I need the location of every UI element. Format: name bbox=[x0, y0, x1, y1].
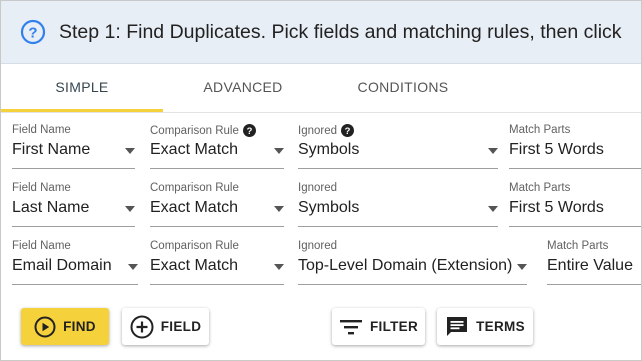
match-parts-dropdown[interactable]: First 5 Words bbox=[509, 197, 641, 227]
filter-icon bbox=[339, 319, 362, 334]
field-name-label: Field Name bbox=[12, 124, 71, 136]
filter-button-label: FILTER bbox=[369, 319, 419, 334]
svg-text:?: ? bbox=[246, 126, 252, 137]
ignored-dropdown[interactable]: Symbols bbox=[298, 197, 498, 227]
field-name-select: Field Name First Name bbox=[12, 124, 135, 169]
tab-simple[interactable]: SIMPLE bbox=[1, 64, 163, 112]
field-name-value: Last Name bbox=[12, 199, 90, 216]
ignored-dropdown[interactable]: Top-Level Domain (Extension) bbox=[298, 255, 527, 285]
help-icon[interactable]: ? bbox=[242, 124, 256, 137]
ignored-select: Ignored Top-Level Domain (Extension) bbox=[298, 240, 527, 285]
match-parts-dropdown[interactable]: First 5 Words bbox=[509, 139, 641, 169]
find-button-label: FIND bbox=[63, 319, 96, 334]
terms-button-label: TERMS bbox=[476, 319, 525, 334]
ignored-label: Ignored bbox=[298, 182, 338, 194]
comparison-rule-value: Exact Match bbox=[150, 199, 239, 216]
svg-text:?: ? bbox=[345, 126, 351, 137]
field-name-label: Field Name bbox=[12, 240, 71, 252]
field-name-dropdown[interactable]: Last Name bbox=[12, 197, 135, 227]
add-field-button[interactable]: FIELD bbox=[122, 308, 209, 345]
comparison-rule-select: Comparison Rule Exact Match bbox=[150, 182, 284, 227]
find-button[interactable]: FIND bbox=[21, 308, 109, 345]
field-name-value: First Name bbox=[12, 141, 91, 158]
field-name-label: Field Name bbox=[12, 182, 71, 194]
field-name-select: Field Name Email Domain bbox=[12, 240, 138, 285]
field-name-dropdown[interactable]: First Name bbox=[12, 139, 135, 169]
match-parts-select: Match Parts First 5 Words bbox=[509, 124, 641, 169]
match-parts-label: Match Parts bbox=[547, 240, 609, 252]
svg-text:?: ? bbox=[28, 25, 37, 42]
help-icon[interactable]: ? bbox=[341, 124, 355, 137]
match-parts-value: Entire Value bbox=[547, 257, 633, 274]
comparison-rule-select: Comparison Rule Exact Match bbox=[150, 240, 284, 285]
field-name-dropdown[interactable]: Email Domain bbox=[12, 255, 138, 285]
ignored-label: Ignored bbox=[298, 240, 338, 252]
match-parts-select: Match Parts Entire Value bbox=[547, 240, 641, 285]
chevron-down-icon bbox=[274, 264, 284, 270]
match-parts-label: Match Parts bbox=[509, 182, 571, 194]
comparison-rule-select: Comparison Rule ? Exact Match bbox=[150, 124, 284, 169]
chevron-down-icon bbox=[125, 206, 135, 212]
add-circle-icon bbox=[130, 315, 154, 338]
chevron-down-icon bbox=[274, 206, 284, 212]
chevron-down-icon bbox=[488, 206, 498, 212]
match-parts-dropdown[interactable]: Entire Value bbox=[547, 255, 641, 285]
chevron-down-icon bbox=[125, 148, 135, 154]
chevron-down-icon bbox=[274, 148, 284, 154]
message-icon bbox=[447, 316, 468, 336]
tab-advanced[interactable]: ADVANCED bbox=[163, 64, 323, 111]
field-name-value: Email Domain bbox=[12, 257, 112, 274]
comparison-rule-label: Comparison Rule bbox=[150, 182, 239, 194]
step-banner: ? Step 1: Find Duplicates. Pick fields a… bbox=[1, 1, 641, 64]
help-circle-icon[interactable]: ? bbox=[20, 19, 46, 45]
ignored-dropdown[interactable]: Symbols bbox=[298, 139, 498, 169]
add-field-button-label: FIELD bbox=[160, 319, 202, 334]
chevron-down-icon bbox=[128, 264, 138, 270]
chevron-down-icon bbox=[517, 264, 527, 270]
match-parts-value: First 5 Words bbox=[509, 199, 604, 216]
tab-conditions[interactable]: CONDITIONS bbox=[323, 64, 483, 111]
field-name-select: Field Name Last Name bbox=[12, 182, 135, 227]
ignored-value: Symbols bbox=[298, 199, 360, 216]
ignored-value: Top-Level Domain (Extension) bbox=[298, 257, 513, 274]
comparison-rule-label: Comparison Rule ? bbox=[150, 124, 256, 137]
ignored-value: Symbols bbox=[298, 141, 360, 158]
ignored-select: Ignored Symbols bbox=[298, 182, 498, 227]
comparison-rule-dropdown[interactable]: Exact Match bbox=[150, 197, 284, 227]
match-parts-label: Match Parts bbox=[509, 124, 571, 136]
play-circle-icon bbox=[34, 316, 56, 337]
match-parts-value: First 5 Words bbox=[509, 141, 604, 158]
find-duplicates-panel: ? Step 1: Find Duplicates. Pick fields a… bbox=[0, 0, 642, 361]
comparison-rule-dropdown[interactable]: Exact Match bbox=[150, 139, 284, 169]
tab-bar: SIMPLE ADVANCED CONDITIONS bbox=[1, 64, 641, 113]
filter-button[interactable]: FILTER bbox=[332, 308, 425, 345]
match-parts-select: Match Parts First 5 Words bbox=[509, 182, 641, 227]
ignored-select: Ignored ? Symbols bbox=[298, 124, 498, 169]
comparison-rule-dropdown[interactable]: Exact Match bbox=[150, 255, 284, 285]
ignored-label: Ignored ? bbox=[298, 124, 355, 137]
step-title: Step 1: Find Duplicates. Pick fields and… bbox=[59, 20, 622, 43]
chevron-down-icon bbox=[488, 148, 498, 154]
terms-button[interactable]: TERMS bbox=[437, 308, 533, 345]
comparison-rule-value: Exact Match bbox=[150, 141, 239, 158]
comparison-rule-label: Comparison Rule bbox=[150, 240, 239, 252]
comparison-rule-value: Exact Match bbox=[150, 257, 239, 274]
